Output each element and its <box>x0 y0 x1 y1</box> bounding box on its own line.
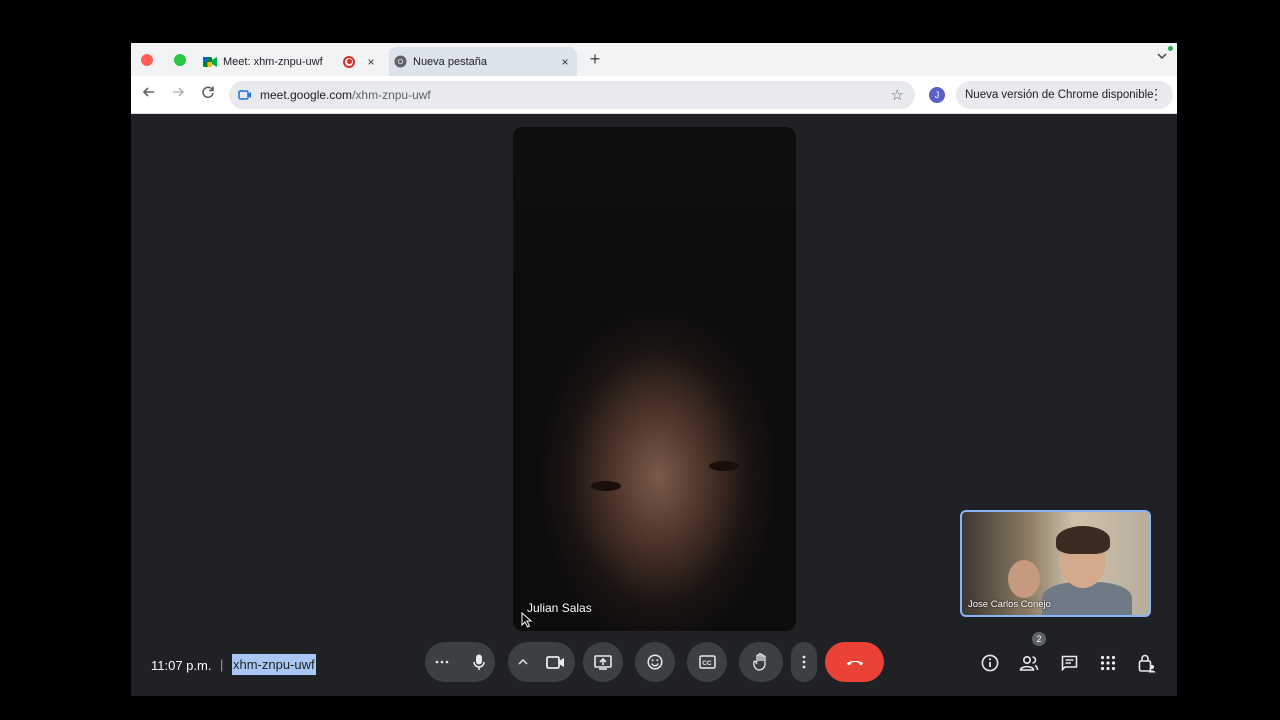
hand-icon <box>753 653 766 671</box>
meet-stage: Julian Salas Jose Carlos Conejo 11:07 p.… <box>131 115 1177 696</box>
videocam-icon <box>546 655 564 669</box>
browser-toolbar: meet.google.com/xhm-znpu-uwf ☆ J Nueva v… <box>131 76 1177 114</box>
separator: | <box>220 657 224 672</box>
video-detail <box>591 481 621 491</box>
camera-permission-icon <box>238 90 251 100</box>
svg-text:CC: CC <box>702 660 712 667</box>
forward-button[interactable] <box>168 85 188 105</box>
more-audio-options-button[interactable] <box>435 660 449 664</box>
video-detail <box>1056 526 1110 554</box>
mouse-cursor-icon <box>521 612 533 628</box>
meet-favicon-icon <box>203 55 217 69</box>
chat-button[interactable] <box>1059 653 1079 673</box>
close-tab-icon[interactable]: × <box>557 54 573 70</box>
call-end-icon <box>846 661 863 666</box>
new-tab-button[interactable]: + <box>585 49 605 69</box>
maximize-window-button[interactable] <box>174 54 186 66</box>
meeting-clock: 11:07 p.m. <box>151 658 212 673</box>
tab-title: Meet: xhm-znpu-uwf <box>223 55 323 68</box>
apps-grid-icon <box>1100 655 1116 671</box>
captions-button[interactable]: CC <box>687 642 727 682</box>
meeting-details-button[interactable] <box>980 653 1000 673</box>
closed-captions-icon: CC <box>698 655 716 669</box>
tab-meet[interactable]: Meet: xhm-znpu-uwf × <box>199 47 383 76</box>
recording-icon <box>343 55 355 68</box>
leave-call-button[interactable] <box>825 642 884 682</box>
tab-bar: Meet: xhm-znpu-uwf × Nueva pestaña × + <box>131 43 1177 76</box>
camera-button[interactable] <box>546 655 565 669</box>
chat-icon <box>1061 655 1077 671</box>
tab-search-dropdown-icon[interactable] <box>1157 51 1167 63</box>
participants-count-badge: 2 <box>1032 632 1046 646</box>
participant-name-label: Julian Salas <box>527 601 592 615</box>
reload-button[interactable] <box>198 85 218 105</box>
bookmark-star-icon[interactable]: ☆ <box>891 86 904 104</box>
video-detail <box>709 461 739 471</box>
address-bar[interactable]: meet.google.com/xhm-znpu-uwf ☆ <box>229 81 915 109</box>
chrome-update-button[interactable]: Nueva versión de Chrome disponible ⋮ <box>956 81 1173 109</box>
microphone-icon <box>473 654 485 670</box>
people-icon <box>1019 655 1039 671</box>
meet-control-bar: 11:07 p.m. | xhm-znpu-uwf CC 2 <box>131 632 1177 696</box>
chevron-up-icon <box>518 659 528 665</box>
video-detail <box>1008 560 1040 598</box>
close-window-button[interactable] <box>141 54 153 66</box>
reload-icon <box>202 86 214 99</box>
address-host: meet.google.com <box>260 88 353 102</box>
tab-new[interactable]: Nueva pestaña × <box>389 47 577 76</box>
camera-control-group <box>508 642 575 682</box>
menu-more-icon[interactable]: ⋮ <box>1149 86 1163 103</box>
raise-hand-button[interactable] <box>739 642 783 682</box>
tab-title: Nueva pestaña <box>413 55 487 68</box>
arrow-left-icon <box>142 87 154 97</box>
update-label: Nueva versión de Chrome disponible <box>965 89 1154 101</box>
pip-participant-name: Jose Carlos Conejo <box>968 599 1051 610</box>
more-options-button[interactable] <box>791 642 817 682</box>
present-screen-icon <box>594 654 612 670</box>
present-screen-button[interactable] <box>583 642 623 682</box>
status-dot <box>1168 46 1173 51</box>
more-vertical-icon <box>802 655 806 669</box>
profile-avatar[interactable]: J <box>929 87 945 103</box>
info-icon <box>981 654 999 672</box>
meeting-code[interactable]: xhm-znpu-uwf <box>232 654 316 675</box>
arrow-right-icon <box>173 87 185 97</box>
emoji-icon <box>647 654 663 670</box>
video-shadow <box>513 127 796 337</box>
back-button[interactable] <box>139 85 159 105</box>
people-button[interactable] <box>1019 653 1039 673</box>
camera-options-button[interactable] <box>518 659 528 665</box>
host-controls-button[interactable] <box>1137 653 1157 673</box>
microphone-button[interactable] <box>473 654 485 671</box>
address-path: /xhm-znpu-uwf <box>352 88 431 102</box>
chrome-favicon-icon <box>393 55 407 69</box>
lock-person-icon <box>1138 654 1156 672</box>
close-tab-icon[interactable]: × <box>363 54 379 70</box>
main-participant-video[interactable]: Julian Salas <box>513 127 796 631</box>
more-horizontal-icon <box>435 660 449 664</box>
reactions-button[interactable] <box>635 642 675 682</box>
activities-button[interactable] <box>1098 653 1118 673</box>
browser-window: Meet: xhm-znpu-uwf × Nueva pestaña × + m… <box>131 43 1177 696</box>
mic-control-group <box>425 642 495 682</box>
self-view-tile[interactable]: Jose Carlos Conejo <box>960 510 1151 617</box>
